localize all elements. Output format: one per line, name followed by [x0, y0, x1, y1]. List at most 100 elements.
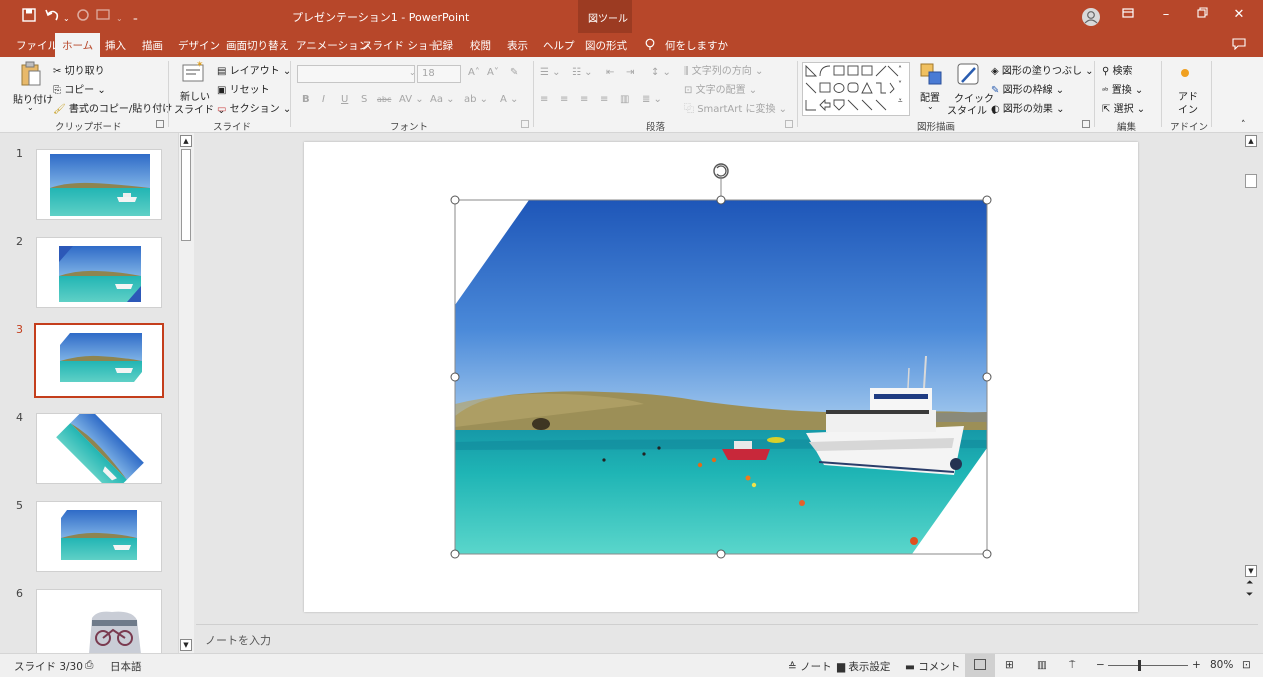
- scroll-down-icon[interactable]: ▼: [180, 639, 192, 651]
- shapes-scroll-up-icon[interactable]: ˄: [898, 65, 902, 74]
- undo-dropdown-icon[interactable]: ⌄: [63, 11, 70, 27]
- save-icon[interactable]: [22, 8, 36, 27]
- zoom-slider-track[interactable]: [1108, 665, 1188, 666]
- shape-fill-button[interactable]: ◈ 図形の塗りつぶし ⌄: [991, 62, 1094, 77]
- tab-view[interactable]: 表示: [507, 38, 528, 53]
- copy-button[interactable]: ⎘ コピー ⌄: [53, 81, 106, 96]
- reset-button[interactable]: ▣ リセット: [217, 81, 270, 96]
- scrollbar-thumb[interactable]: [1245, 174, 1257, 188]
- shape-effects-button[interactable]: ◐ 図形の効果 ⌄: [991, 100, 1064, 115]
- new-slide-label-2: スライド: [174, 105, 214, 116]
- comments-button[interactable]: ▬ コメント: [905, 659, 960, 674]
- tab-record[interactable]: 記録: [432, 38, 453, 53]
- paste-dropdown-icon[interactable]: ⌄: [27, 103, 34, 112]
- tab-home[interactable]: ホーム: [55, 33, 101, 57]
- slide-thumbnail-4[interactable]: [36, 413, 162, 484]
- customize-qat-icon[interactable]: ⌄: [116, 11, 123, 27]
- language-indicator[interactable]: 日本語: [110, 659, 142, 674]
- previous-slide-icon[interactable]: ⏶: [1246, 579, 1253, 588]
- addins-icon[interactable]: [1178, 66, 1192, 83]
- comments-pane-icon[interactable]: [1232, 38, 1246, 53]
- slide-thumbnail-6[interactable]: [36, 589, 162, 653]
- zoom-level[interactable]: 80%: [1210, 659, 1233, 671]
- layout-button[interactable]: ▤ レイアウト ⌄: [217, 62, 291, 77]
- slide-thumbnail-1[interactable]: [36, 149, 162, 220]
- group-divider: [1211, 61, 1212, 127]
- editing-group-label: 編集: [1117, 122, 1137, 133]
- new-slide-icon[interactable]: ✶: [182, 60, 206, 86]
- pen-outline-icon: ✎: [991, 85, 1000, 96]
- tab-picture-format[interactable]: 図の形式: [585, 38, 627, 53]
- font-size-value: 18: [422, 68, 435, 79]
- slide-sorter-icon[interactable]: ⊞: [1005, 659, 1014, 671]
- shape-outline-button[interactable]: ✎ 図形の枠線 ⌄: [991, 81, 1064, 96]
- clipboard-launcher-icon[interactable]: [156, 120, 164, 128]
- arrange-dropdown-icon[interactable]: ⌄: [927, 102, 934, 111]
- notes-pane[interactable]: ノートを入力: [196, 624, 1258, 652]
- undo-icon[interactable]: [44, 8, 60, 27]
- format-painter-button[interactable]: 🖌 書式のコピー/貼り付け: [53, 100, 172, 115]
- scroll-up-icon[interactable]: ▲: [1245, 135, 1257, 147]
- find-button[interactable]: ⚲ 検索: [1102, 62, 1133, 77]
- notes-toggle-button[interactable]: ≙ ノート: [788, 659, 832, 674]
- account-avatar[interactable]: [1081, 7, 1101, 30]
- section-button[interactable]: ▭ セクション ⌄: [217, 100, 291, 115]
- scroll-down-icon[interactable]: ▼: [1245, 565, 1257, 577]
- addins-label-2[interactable]: イン: [1178, 101, 1198, 116]
- tab-help[interactable]: ヘルプ: [543, 38, 575, 53]
- shapes-scroll-down-icon[interactable]: ˅: [898, 80, 902, 89]
- change-case-icon: Aa ⌄: [430, 94, 455, 105]
- tell-me-search[interactable]: 何をしますか: [665, 38, 728, 53]
- zoom-slider-thumb[interactable]: [1138, 660, 1141, 671]
- shapes-gallery[interactable]: [802, 62, 910, 116]
- slide-thumbnail-5[interactable]: [36, 501, 162, 572]
- paste-icon[interactable]: [20, 61, 42, 90]
- tab-animations[interactable]: アニメーション: [296, 38, 369, 53]
- shapes-more-icon[interactable]: ⩡: [898, 96, 903, 106]
- collapse-ribbon-icon[interactable]: ˄: [1241, 120, 1246, 130]
- scroll-up-icon[interactable]: ▲: [180, 135, 192, 147]
- slide-thumbnail-2[interactable]: [36, 237, 162, 308]
- notes-icon: ≙: [788, 661, 797, 673]
- drawing-launcher-icon[interactable]: [1082, 120, 1090, 128]
- align-text-button: ⊡ 文字の配置 ⌄: [684, 85, 758, 96]
- replace-button[interactable]: ᵃᵇ 置換 ⌄: [1102, 81, 1143, 96]
- clear-formatting-icon: ✎: [510, 67, 519, 78]
- notes-placeholder[interactable]: ノートを入力: [205, 632, 271, 648]
- tab-review[interactable]: 校閲: [470, 38, 491, 53]
- normal-view-button[interactable]: [965, 654, 995, 677]
- thumbnails-scrollbar[interactable]: ▲ ▼: [178, 133, 194, 653]
- restore-icon[interactable]: [1192, 7, 1212, 25]
- align-text-icon: ⊡: [684, 85, 693, 96]
- fit-to-window-icon[interactable]: ⊡: [1242, 659, 1251, 671]
- grow-font-icon: A˄: [468, 67, 480, 78]
- display-settings-button[interactable]: ▆ 表示設定: [837, 659, 890, 674]
- arrange-icon[interactable]: [919, 62, 943, 89]
- select-button[interactable]: ⇱ 選択 ⌄: [1102, 100, 1145, 115]
- tab-slideshow[interactable]: スライド ショー: [362, 38, 439, 53]
- close-icon[interactable]: ✕: [1229, 7, 1249, 25]
- slideshow-view-icon[interactable]: ⍑: [1069, 659, 1075, 672]
- slide-canvas[interactable]: [304, 142, 1138, 612]
- next-slide-icon[interactable]: ⏷: [1246, 591, 1253, 600]
- slide-scrollbar[interactable]: ▲ ▼ ⏶ ⏷: [1243, 133, 1259, 608]
- spelling-check-icon[interactable]: ⎙: [85, 659, 93, 672]
- minimize-icon[interactable]: –: [1156, 7, 1176, 25]
- scrollbar-thumb[interactable]: [181, 149, 191, 241]
- tab-transitions[interactable]: 画面切り替え: [226, 38, 289, 53]
- tab-design[interactable]: デザイン: [178, 38, 220, 53]
- tab-file[interactable]: ファイル: [16, 38, 58, 53]
- slide-thumbnail-3-selected[interactable]: [34, 323, 164, 398]
- ribbon-display-options-icon[interactable]: [1118, 7, 1138, 25]
- tab-draw[interactable]: 描画: [142, 38, 163, 53]
- text-direction-label: 文字列の方向: [691, 66, 752, 77]
- cut-button[interactable]: ✂ 切り取り: [53, 62, 105, 77]
- rotate-handle-icon[interactable]: [713, 163, 729, 200]
- quick-styles-icon[interactable]: [956, 62, 982, 91]
- zoom-out-button[interactable]: −: [1096, 659, 1105, 671]
- tab-insert[interactable]: 挿入: [105, 38, 126, 53]
- qat-more-icon[interactable]: ₌: [133, 11, 138, 27]
- slide-number: 5: [16, 499, 23, 512]
- reading-view-icon[interactable]: ▥: [1037, 659, 1047, 671]
- zoom-in-button[interactable]: +: [1192, 659, 1201, 671]
